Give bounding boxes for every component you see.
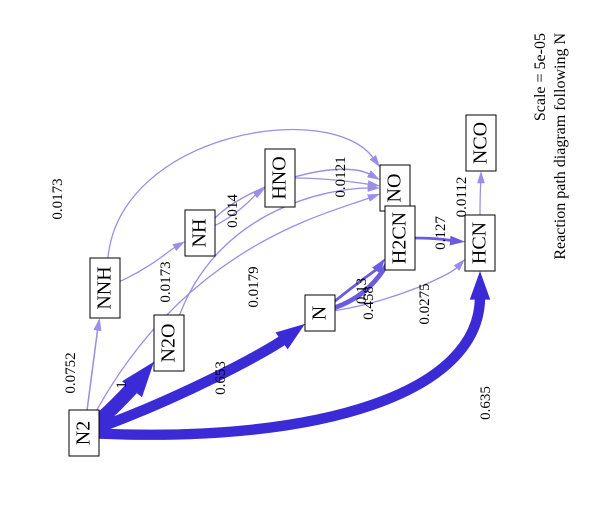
arrowhead-N2-NO — [367, 194, 380, 202]
arrowhead-N2-HCN — [470, 271, 490, 300]
node-NO: NO — [380, 165, 410, 211]
edge-label-N2-HCN: 0.635 — [478, 386, 494, 420]
node-label-HNO: HNO — [269, 156, 291, 199]
node-label-N: N — [309, 306, 331, 320]
node-label-NO: NO — [384, 174, 406, 203]
arrowhead-N2-NNH — [93, 318, 101, 331]
node-NCO: NCO — [466, 115, 496, 171]
arrowhead-H2CN-HCN — [450, 236, 465, 246]
edge-label-HCN-NCO: 0.0112 — [454, 177, 470, 218]
edge-N2-NNH — [87, 329, 98, 410]
node-HCN: HCN — [465, 215, 495, 271]
edge-label-NNH-NH: 0.0173 — [158, 261, 174, 302]
node-label-N2: N2 — [73, 421, 95, 445]
node-N2O: N2O — [154, 315, 184, 371]
node-N2: N2 — [69, 410, 99, 456]
edge-label-NH-HNO: 0.014 — [225, 194, 241, 228]
node-label-HCN: HCN — [469, 222, 491, 264]
edge-label-N2-N2O: 1 — [114, 381, 130, 389]
node-label-NH: NH — [189, 219, 211, 248]
arrowhead-HCN-NCO — [477, 171, 485, 183]
arrowhead-NNH-NH — [172, 242, 185, 251]
diagram-title: Reaction path diagram following N — [552, 33, 569, 260]
edge-label-N2-N: 0.653 — [213, 361, 229, 395]
edge-label-HNO-NO: 0.0121 — [333, 156, 349, 197]
node-label-NCO: NCO — [470, 122, 492, 164]
node-label-NNH: NNH — [94, 266, 116, 309]
edge-label-N-HCN: 0.0275 — [417, 283, 433, 324]
arrowhead-NNH-NO — [370, 155, 380, 167]
node-label-H2CN: H2CN — [389, 212, 411, 264]
arrowhead-NH-NO — [367, 170, 380, 180]
node-HNO: HNO — [265, 149, 295, 207]
node-NNH: NNH — [90, 258, 120, 318]
node-N: N — [305, 295, 335, 331]
scale-label: Scale = 5e-05 — [532, 33, 549, 121]
edge-label-NNH-NO: 0.0173 — [50, 178, 66, 219]
edge-label-N2-NNH: 0.0752 — [63, 352, 79, 393]
node-label-N2O: N2O — [158, 324, 180, 363]
edge-label-N2-NO: 0.0179 — [246, 266, 262, 307]
edge-label-N-H2CN: 0.13 — [354, 278, 370, 304]
edge-HCN-NCO — [480, 180, 481, 215]
node-H2CN: H2CN — [385, 206, 415, 270]
node-NH: NH — [185, 210, 215, 256]
edge-label-H2CN-HCN: 0.127 — [433, 216, 449, 250]
